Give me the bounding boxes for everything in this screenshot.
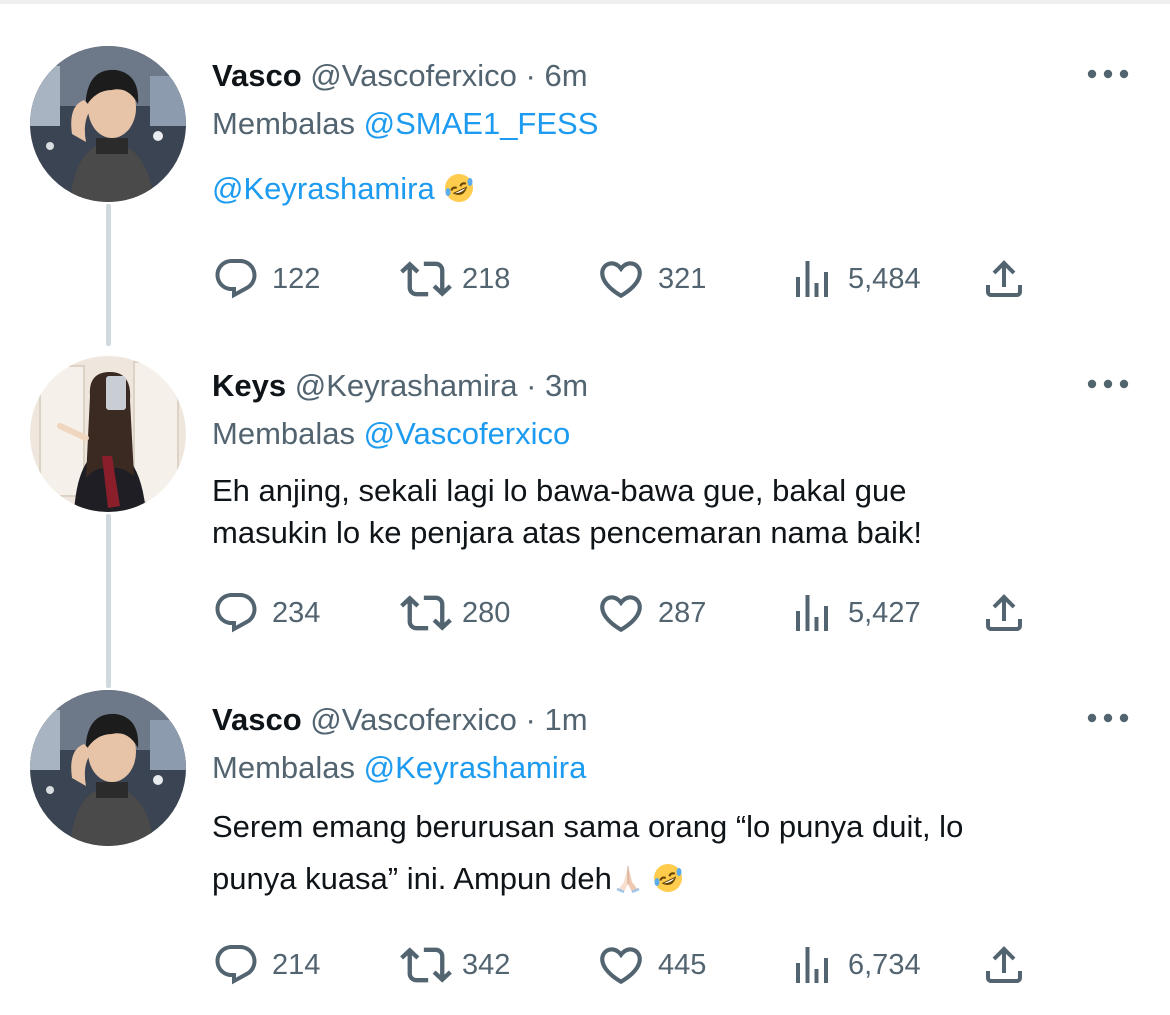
reply-to-mention[interactable]: @Vascoferxico [364, 416, 571, 451]
retweet-count: 218 [462, 262, 511, 295]
reply-icon [212, 255, 260, 303]
like-count: 445 [658, 948, 707, 981]
timestamp[interactable]: 1m [544, 702, 587, 737]
reply-context: Membalas @SMAE1_FESS [212, 104, 598, 144]
action-bar: 122 218 321 5,484 [212, 254, 1072, 304]
share-button[interactable] [980, 588, 1028, 638]
reply-button[interactable]: 214 [212, 940, 320, 990]
reply-prefix: Membalas [212, 106, 355, 141]
avatar-photo-icon [30, 690, 186, 846]
like-button[interactable]: 321 [596, 254, 706, 304]
tweet-text-line: Serem emang berurusan sama orang “lo pun… [212, 809, 964, 844]
author-handle[interactable]: @Vascoferxico [310, 702, 517, 737]
reply-context: Membalas @Keyrashamira [212, 748, 586, 788]
rofl-emoji-icon [652, 862, 684, 894]
views-button[interactable]: 5,484 [788, 254, 921, 304]
tweet-text-line: masukin lo ke penjara atas pencemaran na… [212, 515, 922, 550]
views-icon [788, 255, 836, 303]
retweet-count: 280 [462, 596, 511, 629]
retweet-count: 342 [462, 948, 511, 981]
reply-button[interactable]: 234 [212, 588, 320, 638]
retweet-icon [400, 587, 452, 639]
author-handle[interactable]: @Vascoferxico [310, 58, 517, 93]
reply-prefix: Membalas [212, 750, 355, 785]
tweet[interactable]: Vasco @Vascoferxico · 1m Membalas @Keyra… [0, 690, 1170, 1010]
views-count: 5,484 [848, 262, 921, 295]
like-count: 321 [658, 262, 707, 295]
avatar[interactable] [30, 356, 186, 512]
tweet[interactable]: Vasco @Vascoferxico · 6m Membalas @SMAE1… [0, 46, 1170, 346]
views-button[interactable]: 5,427 [788, 588, 921, 638]
more-icon[interactable] [1086, 64, 1130, 84]
like-button[interactable]: 287 [596, 588, 706, 638]
like-icon [596, 254, 646, 304]
tweet[interactable]: Keys @Keyrashamira · 3m Membalas @Vascof… [0, 356, 1170, 676]
tweet-text-line: punya kuasa” ini. Ampun deh [212, 861, 612, 896]
separator: · [525, 702, 536, 737]
reply-prefix: Membalas [212, 416, 355, 451]
reply-count: 122 [272, 262, 321, 295]
views-icon [788, 941, 836, 989]
like-icon [596, 940, 646, 990]
reply-button[interactable]: 122 [212, 254, 320, 304]
tweet-header: Keys @Keyrashamira · 3m [212, 366, 588, 406]
author-name[interactable]: Vasco [212, 702, 302, 737]
tweet-text: Serem emang berurusan sama orang “lo pun… [212, 806, 1092, 900]
separator: · [525, 58, 536, 93]
reply-icon [212, 941, 260, 989]
retweet-icon [400, 939, 452, 991]
timestamp[interactable]: 6m [544, 58, 587, 93]
more-icon[interactable] [1086, 708, 1130, 728]
share-button[interactable] [980, 940, 1028, 990]
action-bar: 214 342 445 6,734 [212, 940, 1072, 990]
share-icon [980, 941, 1028, 989]
content-mention[interactable]: @Keyrashamira [212, 171, 435, 206]
tweet-text: Eh anjing, sekali lagi lo bawa-bawa gue,… [212, 470, 1092, 554]
reply-count: 234 [272, 596, 321, 629]
share-icon [980, 255, 1028, 303]
reply-icon [212, 589, 260, 637]
tweet-header: Vasco @Vascoferxico · 6m [212, 56, 588, 96]
views-count: 5,427 [848, 596, 921, 629]
retweet-button[interactable]: 342 [400, 940, 510, 990]
like-button[interactable]: 445 [596, 940, 706, 990]
author-name[interactable]: Vasco [212, 58, 302, 93]
views-button[interactable]: 6,734 [788, 940, 921, 990]
top-divider [0, 0, 1170, 4]
reply-to-mention[interactable]: @Keyrashamira [364, 750, 587, 785]
tweet-text-line-2: punya kuasa” ini. Ampun deh [212, 858, 1092, 900]
retweet-button[interactable]: 280 [400, 588, 510, 638]
reply-to-mention[interactable]: @SMAE1_FESS [364, 106, 599, 141]
reply-context: Membalas @Vascoferxico [212, 414, 570, 454]
reply-count: 214 [272, 948, 321, 981]
separator: · [526, 368, 537, 403]
retweet-button[interactable]: 218 [400, 254, 510, 304]
views-count: 6,734 [848, 948, 921, 981]
action-bar: 234 280 287 5,427 [212, 588, 1072, 638]
rofl-emoji-icon [443, 172, 475, 204]
timestamp[interactable]: 3m [545, 368, 588, 403]
share-button[interactable] [980, 254, 1028, 304]
like-count: 287 [658, 596, 707, 629]
author-name[interactable]: Keys [212, 368, 286, 403]
like-icon [596, 588, 646, 638]
tweet-text-line: Eh anjing, sekali lagi lo bawa-bawa gue,… [212, 473, 907, 508]
avatar[interactable] [30, 46, 186, 202]
tweet-text: @Keyrashamira [212, 168, 1092, 210]
share-icon [980, 589, 1028, 637]
avatar-photo-icon [30, 46, 186, 202]
author-handle[interactable]: @Keyrashamira [295, 368, 518, 403]
retweet-icon [400, 253, 452, 305]
avatar-photo-icon [30, 356, 186, 512]
tweet-header: Vasco @Vascoferxico · 1m [212, 700, 588, 740]
folded-hands-emoji-icon [612, 862, 644, 894]
more-icon[interactable] [1086, 374, 1130, 394]
views-icon [788, 589, 836, 637]
avatar[interactable] [30, 690, 186, 846]
